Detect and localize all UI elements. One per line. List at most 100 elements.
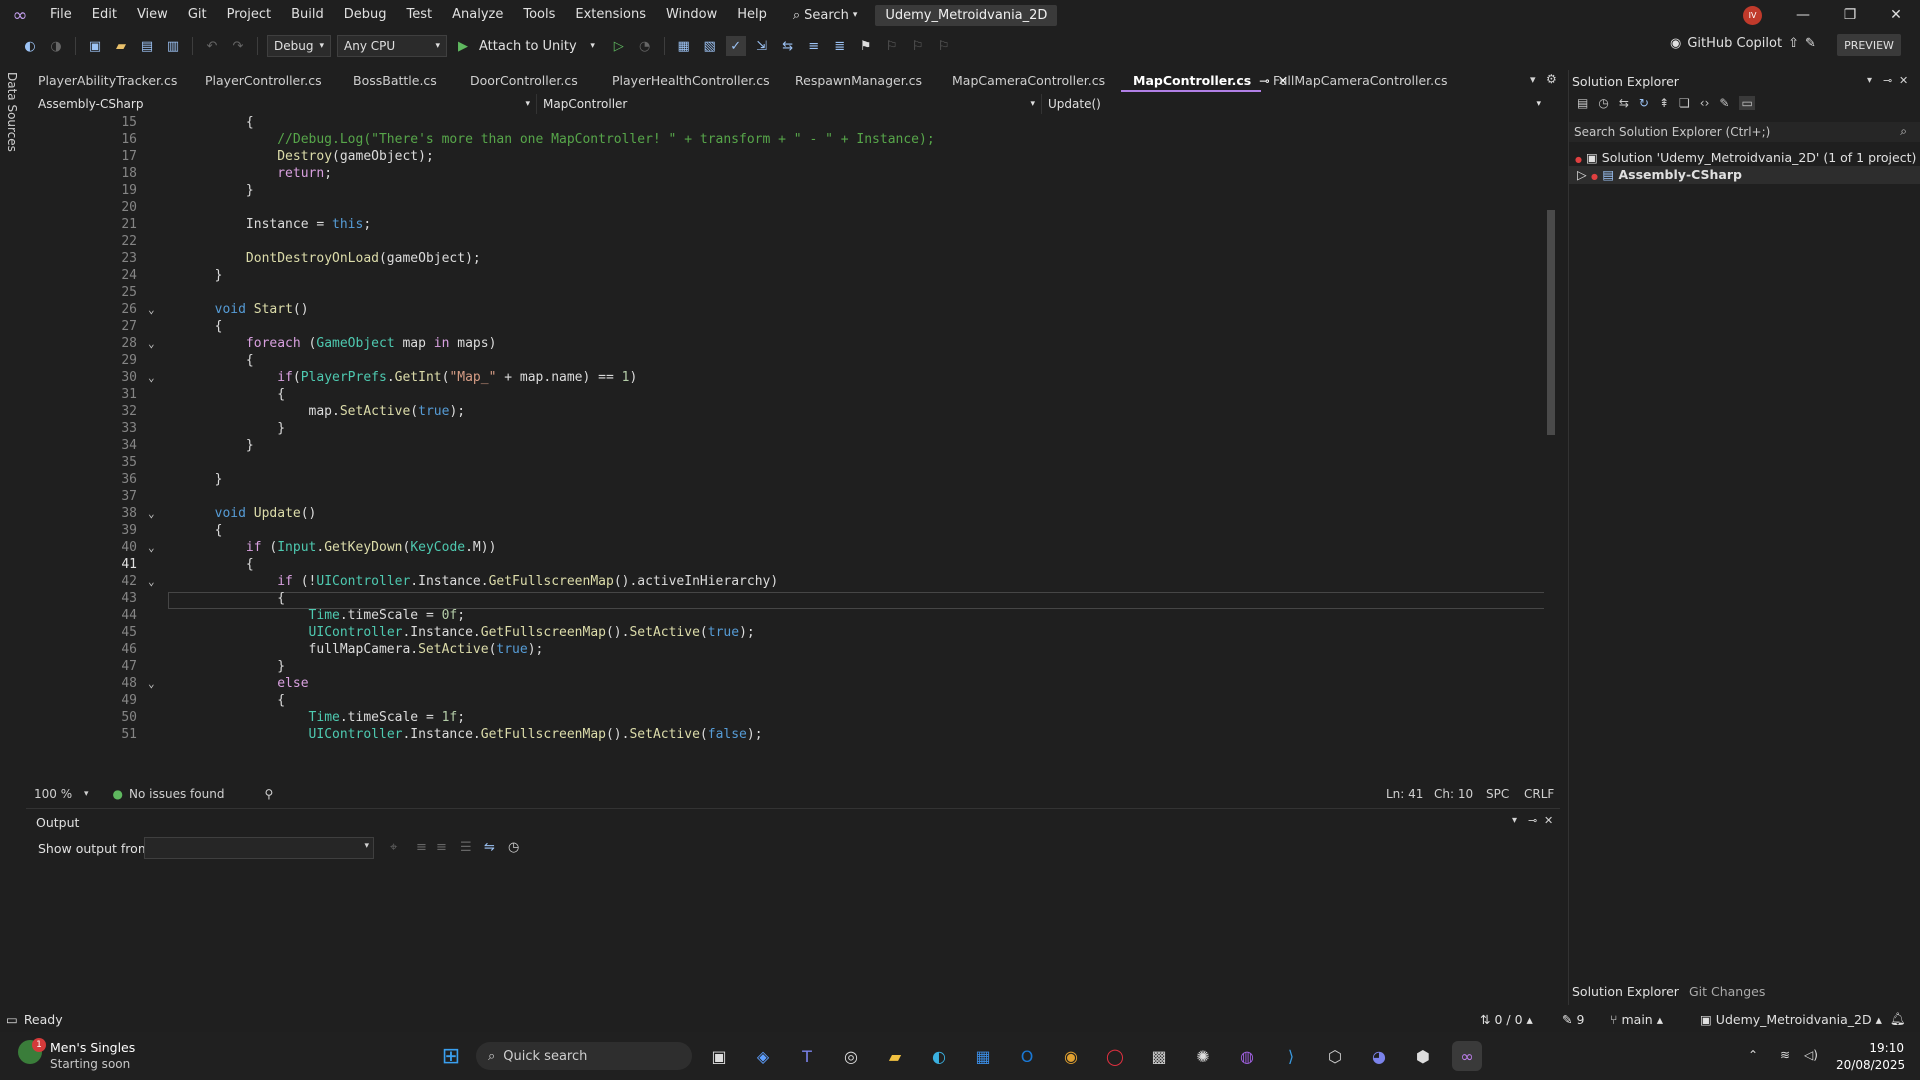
browse-icon[interactable]: ▦: [674, 36, 694, 56]
undo-icon[interactable]: ↶: [202, 36, 222, 56]
indent-icon[interactable]: ≡: [804, 36, 824, 56]
opera-icon[interactable]: ◯: [1100, 1041, 1130, 1071]
sync-icon[interactable]: ⇆: [1619, 96, 1629, 110]
close-icon[interactable]: ✕: [1544, 814, 1553, 827]
preview-selected-icon[interactable]: ▭: [1739, 96, 1755, 110]
unity-icon[interactable]: ⬢: [1408, 1041, 1438, 1071]
configuration-select[interactable]: Debug ▾: [267, 35, 331, 57]
close-icon[interactable]: ✕: [1899, 74, 1908, 87]
volume-icon[interactable]: ◁): [1804, 1048, 1818, 1062]
code-line[interactable]: 43 {: [32, 590, 1557, 607]
attach-to-unity-button[interactable]: Attach to Unity: [479, 39, 577, 54]
code-line[interactable]: 18 return;: [32, 165, 1557, 182]
clear-all-icon[interactable]: ☰: [460, 840, 472, 855]
repo-indicator[interactable]: ▣ Udemy_Metroidvania_2D ▴: [1700, 1012, 1882, 1027]
code-line[interactable]: 30 ⌄ if(PlayerPrefs.GetInt("Map_" + map.n…: [32, 369, 1557, 386]
code-line[interactable]: 26 ⌄ void Start(): [32, 301, 1557, 318]
minimize-button[interactable]: —: [1780, 0, 1826, 30]
ch-indicator[interactable]: Ch: 10: [1434, 787, 1473, 801]
navigate-forward-icon[interactable]: ◑: [46, 36, 66, 56]
spc-indicator[interactable]: SPC: [1486, 787, 1509, 801]
code-line[interactable]: 24 }: [32, 267, 1557, 284]
menu-tools[interactable]: Tools: [513, 0, 565, 30]
preview-button[interactable]: PREVIEW: [1837, 34, 1901, 56]
chatgpt-icon[interactable]: ✺: [1188, 1041, 1218, 1071]
code-line[interactable]: 23 DontDestroyOnLoad(gameObject);: [32, 250, 1557, 267]
windows-start-icon[interactable]: ⊞: [436, 1041, 466, 1071]
platform-select[interactable]: Any CPU ▾: [337, 35, 447, 57]
code-line[interactable]: 38 ⌄ void Update(): [32, 505, 1557, 522]
tab-player-controller[interactable]: PlayerController.cs: [193, 70, 341, 92]
scroll-thumb[interactable]: [1547, 210, 1555, 435]
find-icon[interactable]: ⌖: [390, 840, 397, 855]
bookmark-icon[interactable]: ⚑: [856, 36, 876, 56]
crlf-indicator[interactable]: CRLF: [1524, 787, 1554, 801]
search-menu[interactable]: ⌕ Search ▾: [785, 8, 865, 23]
menu-analyze[interactable]: Analyze: [442, 0, 513, 30]
code-line[interactable]: 48 ⌄ else: [32, 675, 1557, 692]
class-dropdown[interactable]: MapController ▾: [537, 94, 1042, 114]
tab-respawn-manager[interactable]: RespawnManager.cs: [783, 70, 940, 92]
tab-player-health-controller[interactable]: PlayerHealthController.cs: [600, 70, 783, 92]
chrome-icon[interactable]: ◉: [1056, 1041, 1086, 1071]
collapse-all-icon[interactable]: ⇞: [1659, 96, 1669, 110]
code-line[interactable]: 28 ⌄ foreach (GameObject map in maps): [32, 335, 1557, 352]
tab-map-controller[interactable]: MapController.cs ⊸ ✕: [1121, 70, 1288, 92]
tab-map-camera-controller[interactable]: MapCameraController.cs: [940, 70, 1121, 92]
code-line[interactable]: 20: [32, 199, 1557, 216]
code-line[interactable]: 32 map.SetActive(true);: [32, 403, 1557, 420]
play-icon[interactable]: ▶: [453, 36, 473, 56]
branch-indicator[interactable]: ⑂ main ▴: [1610, 1012, 1663, 1027]
chevron-down-icon[interactable]: ▾: [1512, 815, 1517, 826]
open-folder-icon[interactable]: ▰: [111, 36, 131, 56]
code-line[interactable]: 29 {: [32, 352, 1557, 369]
wifi-icon[interactable]: ≋: [1780, 1048, 1790, 1062]
code-line[interactable]: 16 //Debug.Log("There's more than one Ma…: [32, 131, 1557, 148]
code-line[interactable]: 39 {: [32, 522, 1557, 539]
editor-vertical-scrollbar[interactable]: [1544, 114, 1557, 774]
hot-reload-icon[interactable]: ◔: [635, 36, 655, 56]
menu-debug[interactable]: Debug: [334, 0, 397, 30]
solution-node[interactable]: ● ▣ Solution 'Udemy_Metroidvania_2D' (1 …: [1575, 150, 1916, 165]
discord-icon[interactable]: ◕: [1364, 1041, 1394, 1071]
clock-time[interactable]: 19:10: [1856, 1041, 1904, 1055]
chevron-down-icon[interactable]: ▾: [84, 789, 89, 799]
media-app-icon[interactable]: ▩: [1144, 1041, 1174, 1071]
tab-door-controller[interactable]: DoorController.cs: [458, 70, 600, 92]
menu-window[interactable]: Window: [656, 0, 727, 30]
tab-boss-battle[interactable]: BossBattle.cs: [341, 70, 458, 92]
bookmark-clear-icon[interactable]: ⚐: [934, 36, 954, 56]
cleanup-icon[interactable]: ⚲: [264, 787, 273, 801]
outlook-icon[interactable]: O: [1012, 1041, 1042, 1071]
properties-icon[interactable]: ✎: [1719, 96, 1729, 110]
clock-date[interactable]: 20/08/2025: [1836, 1058, 1905, 1072]
code-line[interactable]: 44 Time.timeScale = 0f;: [32, 607, 1557, 624]
edge-icon[interactable]: ◐: [924, 1041, 954, 1071]
menu-build[interactable]: Build: [281, 0, 334, 30]
menu-file[interactable]: File: [40, 0, 82, 30]
restore-button[interactable]: ❐: [1827, 0, 1873, 30]
code-line[interactable]: 42 ⌄ if (!UIController.Instance.GetFullsc…: [32, 573, 1557, 590]
solution-search-input[interactable]: Search Solution Explorer (Ctrl+;) ⌕: [1569, 122, 1920, 142]
save-all-icon[interactable]: ▥: [163, 36, 183, 56]
pin-icon[interactable]: ⊸: [1528, 814, 1537, 827]
visual-studio-taskbar-icon[interactable]: ∞: [1452, 1041, 1482, 1071]
clock-icon[interactable]: ◷: [508, 840, 519, 855]
tab-solution-explorer[interactable]: Solution Explorer: [1572, 984, 1679, 999]
ln-indicator[interactable]: Ln: 41: [1386, 787, 1423, 801]
unity-hub-icon[interactable]: ⬡: [1320, 1041, 1350, 1071]
member-dropdown[interactable]: Update() ▾: [1042, 94, 1547, 114]
code-editor[interactable]: 15 {16 //Debug.Log("There's more than on…: [32, 114, 1557, 782]
code-line[interactable]: 19 }: [32, 182, 1557, 199]
code-line[interactable]: 15 {: [32, 114, 1557, 131]
menu-test[interactable]: Test: [397, 0, 443, 30]
share-icon[interactable]: ⇧: [1788, 36, 1799, 51]
code-view-icon[interactable]: ‹›: [1700, 96, 1710, 110]
expand-arrow-icon[interactable]: ▷: [1577, 167, 1587, 182]
tray-overflow-icon[interactable]: ⌃: [1748, 1048, 1758, 1062]
bookmark-next-icon[interactable]: ⚐: [908, 36, 928, 56]
code-line[interactable]: 22: [32, 233, 1557, 250]
menu-project[interactable]: Project: [217, 0, 281, 30]
steam-icon[interactable]: ◎: [836, 1041, 866, 1071]
pin-icon[interactable]: ⊸: [1883, 74, 1892, 87]
